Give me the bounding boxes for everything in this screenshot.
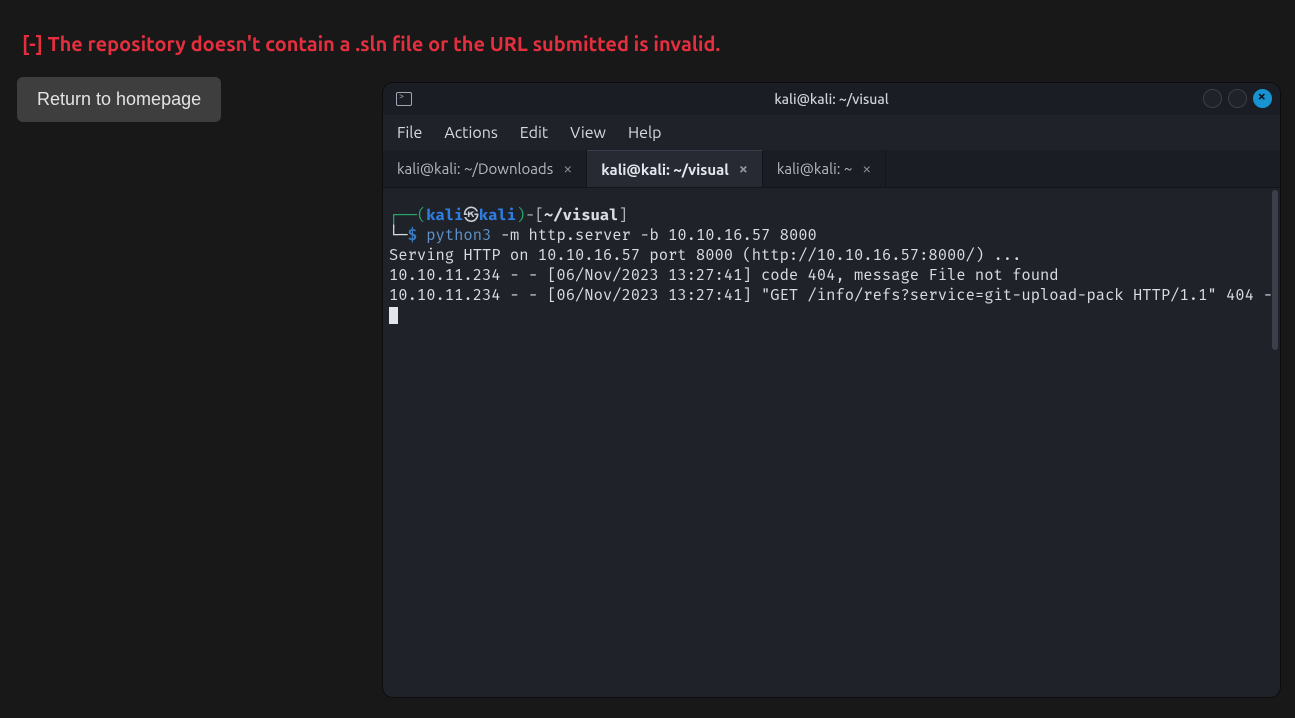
close-icon[interactable]: × [739, 160, 748, 178]
terminal-body[interactable]: ┌──(kali㉿kali)-[~/visual] └─$ python3 -m… [383, 188, 1280, 697]
window-title: kali@kali: ~/visual [383, 91, 1280, 107]
close-icon[interactable]: × [563, 160, 572, 178]
tabbar: kali@kali: ~/Downloads × kali@kali: ~/vi… [383, 150, 1280, 188]
menu-view[interactable]: View [570, 124, 606, 142]
menu-edit[interactable]: Edit [520, 124, 548, 142]
close-button[interactable] [1253, 89, 1272, 108]
command: python3 [426, 227, 491, 245]
terminal-window: kali@kali: ~/visual File Actions Edit Vi… [383, 83, 1280, 697]
terminal-output: Serving HTTP on 10.10.16.57 port 8000 (h… [389, 247, 1273, 305]
return-homepage-button[interactable]: Return to homepage [17, 77, 221, 122]
tab-label: kali@kali: ~/Downloads [397, 160, 553, 177]
tab-downloads[interactable]: kali@kali: ~/Downloads × [383, 150, 587, 187]
minimize-button[interactable] [1203, 89, 1222, 108]
error-message: [-] The repository doesn't contain a .sl… [0, 0, 1295, 55]
prompt-path: ~/visual [544, 207, 618, 225]
tab-home[interactable]: kali@kali: ~ × [763, 150, 886, 187]
titlebar[interactable]: kali@kali: ~/visual [383, 83, 1280, 115]
cursor [389, 307, 398, 324]
window-controls [1203, 89, 1272, 108]
menu-actions[interactable]: Actions [444, 124, 497, 142]
tab-label: kali@kali: ~/visual [601, 161, 729, 178]
maximize-button[interactable] [1228, 89, 1247, 108]
menubar: File Actions Edit View Help [383, 115, 1280, 150]
tab-label: kali@kali: ~ [777, 160, 852, 177]
prompt-user: kali [426, 207, 463, 225]
menu-file[interactable]: File [397, 124, 422, 142]
close-icon[interactable]: × [862, 160, 871, 178]
tab-visual[interactable]: kali@kali: ~/visual × [587, 150, 763, 187]
command-args: -m http.server -b 10.10.16.57 8000 [501, 227, 817, 245]
menu-help[interactable]: Help [628, 124, 662, 142]
prompt-host: kali [479, 207, 516, 225]
scrollbar-thumb[interactable] [1272, 190, 1278, 350]
scrollbar[interactable] [1270, 188, 1280, 697]
